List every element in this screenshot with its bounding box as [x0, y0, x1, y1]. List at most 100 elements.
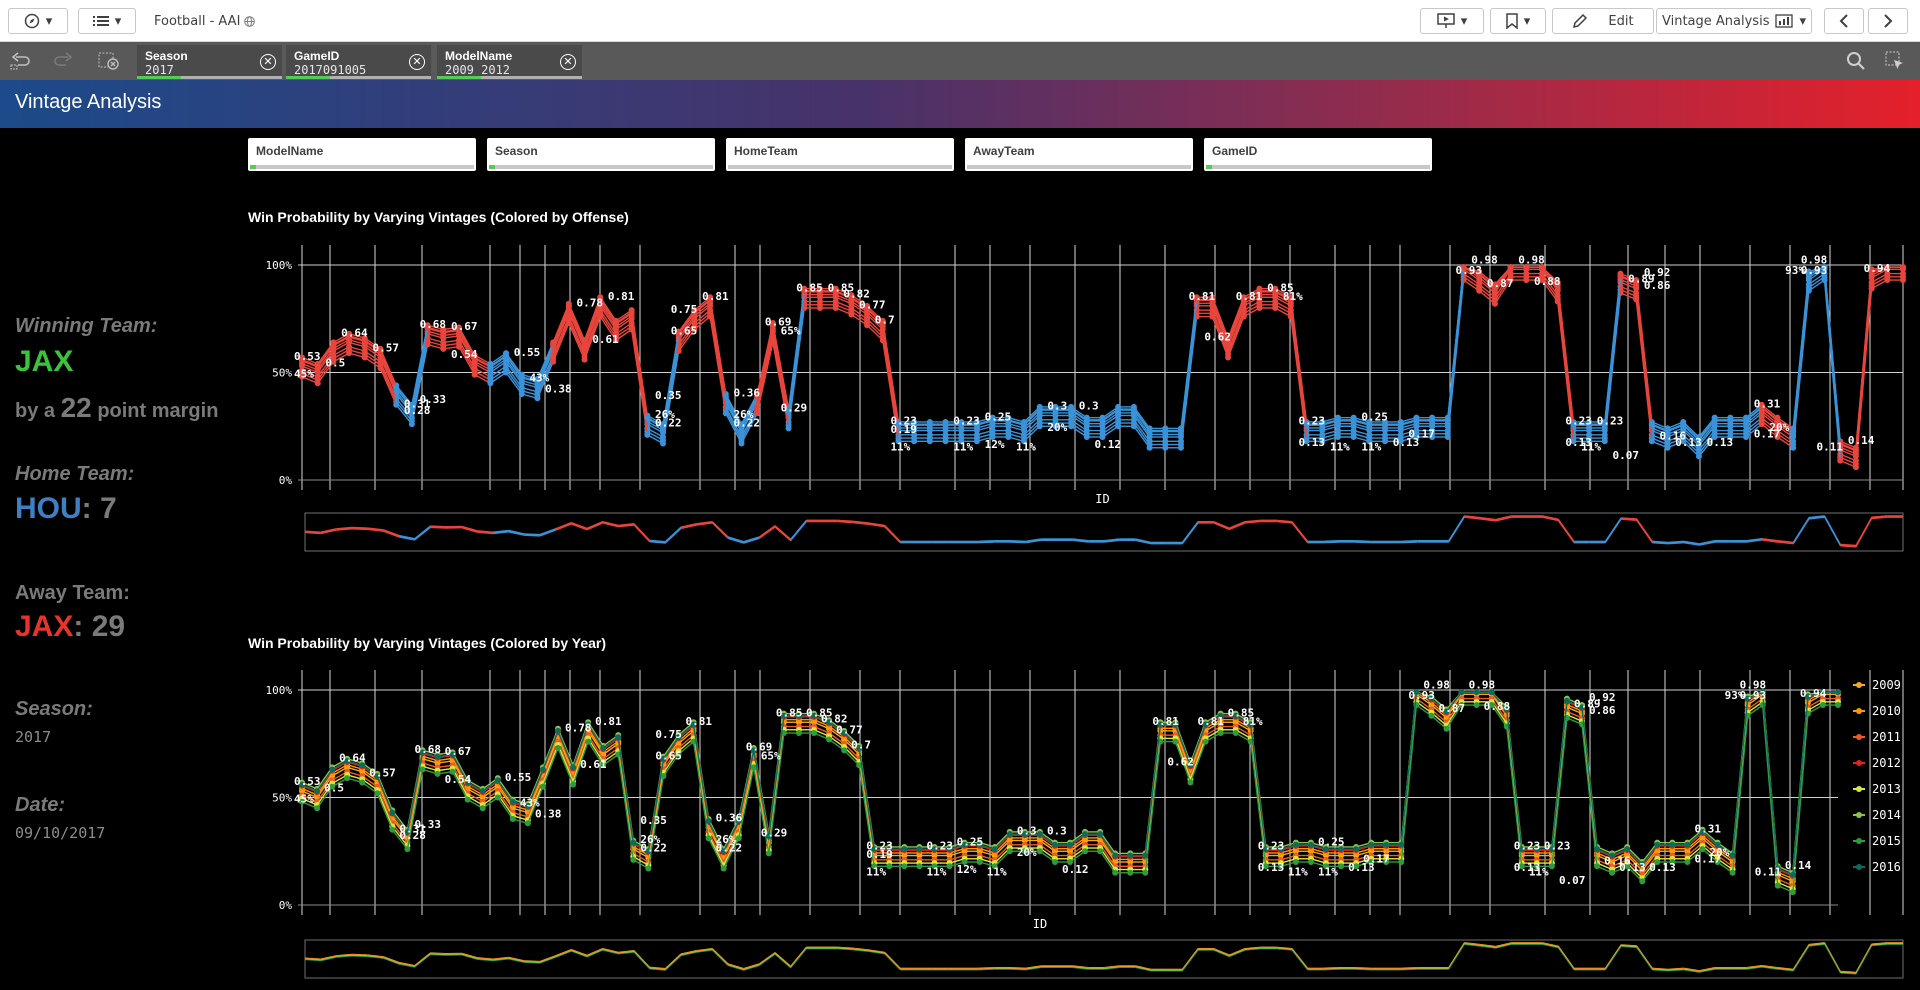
minichart-line-segment: [1072, 539, 1089, 543]
search-button[interactable]: [1843, 50, 1869, 72]
data-point: [961, 852, 968, 859]
data-point: [1774, 876, 1781, 883]
data-point: [1006, 848, 1013, 855]
selection-chip-season[interactable]: Season 2017 ✕: [137, 45, 282, 79]
filter-hometeam[interactable]: HomeTeam: [726, 138, 954, 171]
data-point: [479, 788, 486, 795]
series-line-segment: [1400, 425, 1417, 432]
bookmarks-button[interactable]: ▾: [1490, 8, 1546, 34]
selection-chip-modelname[interactable]: ModelName 2009_2012 ✕: [437, 45, 582, 79]
minichart-line-segment: [1276, 947, 1293, 951]
filter-season[interactable]: Season: [487, 138, 715, 171]
data-point: [1413, 689, 1420, 696]
previous-sheet-button[interactable]: [1824, 8, 1864, 34]
series-line-segment: [753, 756, 770, 843]
minichart-line-segment: [680, 524, 697, 529]
data-point: [1774, 423, 1781, 430]
filter-gameid[interactable]: GameID: [1204, 138, 1432, 171]
data-point: [1287, 296, 1294, 303]
data-point: [1247, 738, 1254, 745]
data-point: [780, 713, 787, 720]
data-point: [1538, 264, 1545, 271]
data-point: [1633, 277, 1640, 284]
data-point: [848, 294, 855, 301]
close-icon[interactable]: ✕: [260, 54, 276, 70]
data-point: [1130, 420, 1137, 427]
filter-awayteam[interactable]: AwayTeam: [965, 138, 1193, 171]
minichart-line-segment: [1181, 948, 1199, 971]
series-line-segment: [1322, 429, 1339, 436]
series-line-segment: [1541, 276, 1559, 299]
step-back-button[interactable]: [8, 50, 34, 72]
legend-swatch-dot: [1856, 864, 1862, 870]
data-point: [1382, 424, 1389, 431]
data-label: 93%: [1785, 264, 1805, 277]
series-line-segment: [828, 738, 845, 751]
step-forward-button[interactable]: [50, 50, 76, 72]
story-button[interactable]: ▾: [1420, 8, 1484, 34]
minichart-line-segment: [383, 957, 400, 965]
edit-button[interactable]: Edit: [1552, 8, 1654, 34]
data-point: [612, 334, 619, 341]
minichart-line-segment: [1323, 967, 1340, 969]
data-point: [1533, 843, 1540, 850]
minichart-line-segment: [853, 520, 870, 524]
filter-modelname[interactable]: ModelName: [248, 138, 476, 171]
sheets-menu-button[interactable]: ▾: [78, 8, 136, 34]
data-point: [911, 427, 918, 434]
series-line-segment: [1651, 437, 1668, 446]
minichart-line-segment: [304, 532, 321, 535]
data-point: [464, 783, 471, 790]
data-point: [1052, 406, 1059, 413]
date-label: Date:: [15, 794, 66, 816]
minichart-line-segment: [430, 953, 447, 956]
series-line-segment: [1635, 299, 1653, 442]
minichart-line-segment: [1464, 515, 1481, 519]
minichart-line-segment: [1103, 966, 1120, 970]
minichart-line-segment: [1103, 538, 1120, 541]
clear-all-selections-button[interactable]: [96, 50, 122, 72]
data-point: [1639, 859, 1646, 865]
data-point: [1476, 274, 1483, 281]
minichart-line-segment: [1792, 945, 1810, 971]
series-line-segment: [740, 402, 758, 434]
selection-chip-gameid[interactable]: GameID 2017091005 ✕: [286, 45, 431, 79]
series-line-segment: [1581, 710, 1598, 854]
data-point: [1609, 859, 1616, 865]
data-point: [1052, 412, 1059, 419]
data-point: [1744, 693, 1751, 700]
sheet-selector-button[interactable]: Vintage Analysis ▾: [1656, 8, 1812, 34]
minichart-line-segment: [1542, 943, 1559, 948]
series-line-segment: [482, 790, 499, 803]
next-sheet-button[interactable]: [1868, 8, 1908, 34]
data-point: [916, 852, 923, 859]
series-line-segment: [1541, 273, 1559, 296]
series-line-segment: [632, 848, 649, 859]
legend-entry: 2014: [1872, 808, 1901, 822]
data-point: [434, 767, 441, 774]
series-line-segment: [813, 725, 830, 734]
selections-tool-button[interactable]: [1882, 50, 1908, 72]
series-line-segment: [542, 737, 559, 777]
minichart-line-segment: [1855, 944, 1873, 974]
series-line-segment: [443, 339, 460, 344]
data-point: [1338, 852, 1345, 859]
data-point: [1067, 841, 1073, 848]
minichart-line-segment: [414, 525, 431, 539]
data-point: [705, 816, 712, 822]
data-label: 0.7: [851, 739, 871, 752]
data-point: [1664, 441, 1671, 448]
data-label: 0.17: [1754, 427, 1781, 440]
close-icon[interactable]: ✕: [409, 54, 425, 70]
data-label: 0.23: [953, 415, 980, 428]
data-point: [1115, 403, 1122, 410]
data-point: [1684, 842, 1691, 849]
series-line-segment: [772, 335, 790, 423]
minichart-line-segment: [492, 531, 509, 535]
series-line-segment: [866, 324, 884, 341]
navigation-menu-button[interactable]: ▾: [8, 8, 68, 34]
series-line-segment: [583, 300, 601, 344]
series-line-segment: [1491, 691, 1508, 710]
series-line-segment: [1008, 416, 1025, 423]
close-icon[interactable]: ✕: [560, 54, 576, 70]
